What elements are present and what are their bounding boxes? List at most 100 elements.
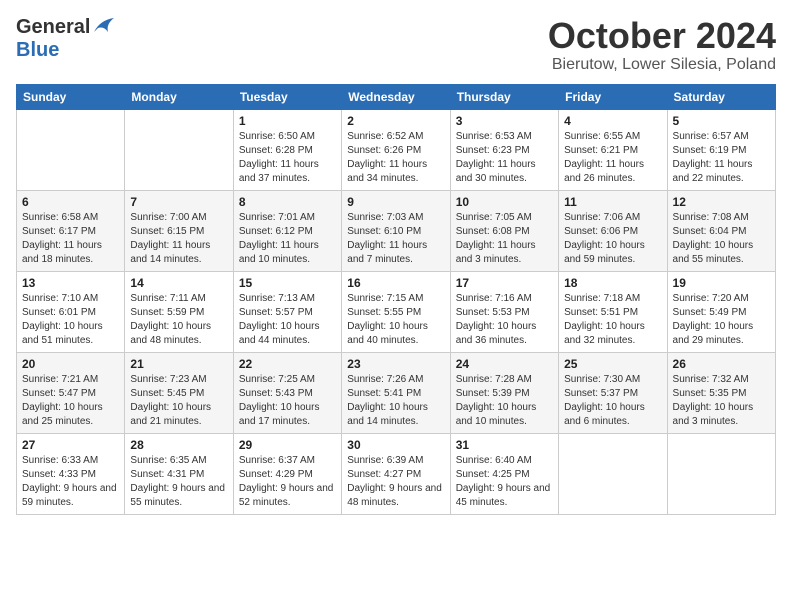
- day-info: Sunrise: 6:39 AM Sunset: 4:27 PM Dayligh…: [347, 454, 444, 510]
- day-number: 22: [239, 357, 336, 371]
- weekday-header-thursday: Thursday: [450, 84, 558, 109]
- day-number: 23: [347, 357, 444, 371]
- day-number: 11: [564, 195, 661, 209]
- calendar-cell: 8 Sunrise: 7:01 AM Sunset: 6:12 PM Daylig…: [233, 190, 341, 271]
- calendar-cell: 10 Sunrise: 7:05 AM Sunset: 6:08 PM Dayli…: [450, 190, 558, 271]
- day-info: Sunrise: 6:52 AM Sunset: 6:26 PM Dayligh…: [347, 130, 444, 186]
- day-number: 15: [239, 276, 336, 290]
- day-info: Sunrise: 7:11 AM Sunset: 5:59 PM Dayligh…: [130, 292, 227, 348]
- weekday-header-wednesday: Wednesday: [342, 84, 450, 109]
- day-number: 8: [239, 195, 336, 209]
- logo-blue-text: Blue: [16, 39, 59, 61]
- day-info: Sunrise: 7:15 AM Sunset: 5:55 PM Dayligh…: [347, 292, 444, 348]
- calendar-week-row: 27 Sunrise: 6:33 AM Sunset: 4:33 PM Dayli…: [17, 433, 776, 514]
- calendar-cell: 25 Sunrise: 7:30 AM Sunset: 5:37 PM Dayli…: [559, 352, 667, 433]
- day-info: Sunrise: 7:30 AM Sunset: 5:37 PM Dayligh…: [564, 373, 661, 429]
- calendar-cell: 3Sunrise: 6:53 AM Sunset: 6:23 PM Daylig…: [450, 109, 558, 190]
- weekday-header-monday: Monday: [125, 84, 233, 109]
- day-number: 29: [239, 438, 336, 452]
- title-block: October 2024 Bierutow, Lower Silesia, Po…: [548, 16, 776, 74]
- day-number: 4: [564, 114, 661, 128]
- day-info: Sunrise: 7:25 AM Sunset: 5:43 PM Dayligh…: [239, 373, 336, 429]
- day-number: 17: [456, 276, 553, 290]
- day-number: 6: [22, 195, 119, 209]
- calendar-cell: 11 Sunrise: 7:06 AM Sunset: 6:06 PM Dayli…: [559, 190, 667, 271]
- day-number: 10: [456, 195, 553, 209]
- calendar-cell: 30 Sunrise: 6:39 AM Sunset: 4:27 PM Dayli…: [342, 433, 450, 514]
- day-info: Sunrise: 6:33 AM Sunset: 4:33 PM Dayligh…: [22, 454, 119, 510]
- calendar-cell: 23Sunrise: 7:26 AM Sunset: 5:41 PM Dayli…: [342, 352, 450, 433]
- calendar-cell: 14Sunrise: 7:11 AM Sunset: 5:59 PM Dayli…: [125, 271, 233, 352]
- day-info: Sunrise: 6:55 AM Sunset: 6:21 PM Dayligh…: [564, 130, 661, 186]
- calendar-cell: 22 Sunrise: 7:25 AM Sunset: 5:43 PM Dayli…: [233, 352, 341, 433]
- calendar-cell: 26 Sunrise: 7:32 AM Sunset: 5:35 PM Dayli…: [667, 352, 775, 433]
- day-number: 9: [347, 195, 444, 209]
- day-number: 24: [456, 357, 553, 371]
- calendar-cell: 13Sunrise: 7:10 AM Sunset: 6:01 PM Dayli…: [17, 271, 125, 352]
- page-header: General Blue October 2024 Bierutow, Lowe…: [16, 16, 776, 74]
- weekday-header-saturday: Saturday: [667, 84, 775, 109]
- weekday-header-friday: Friday: [559, 84, 667, 109]
- day-info: Sunrise: 6:35 AM Sunset: 4:31 PM Dayligh…: [130, 454, 227, 510]
- calendar-cell: 5 Sunrise: 6:57 AM Sunset: 6:19 PM Daylig…: [667, 109, 775, 190]
- calendar-cell: 24 Sunrise: 7:28 AM Sunset: 5:39 PM Dayli…: [450, 352, 558, 433]
- day-number: 3: [456, 114, 553, 128]
- day-info: Sunrise: 6:58 AM Sunset: 6:17 PM Dayligh…: [22, 211, 119, 267]
- day-info: Sunrise: 7:00 AM Sunset: 6:15 PM Dayligh…: [130, 211, 227, 267]
- day-info: Sunrise: 7:06 AM Sunset: 6:06 PM Dayligh…: [564, 211, 661, 267]
- day-number: 31: [456, 438, 553, 452]
- day-number: 16: [347, 276, 444, 290]
- day-number: 27: [22, 438, 119, 452]
- day-number: 30: [347, 438, 444, 452]
- day-info: Sunrise: 7:16 AM Sunset: 5:53 PM Dayligh…: [456, 292, 553, 348]
- calendar-cell: 9 Sunrise: 7:03 AM Sunset: 6:10 PM Daylig…: [342, 190, 450, 271]
- day-info: Sunrise: 7:18 AM Sunset: 5:51 PM Dayligh…: [564, 292, 661, 348]
- calendar-cell: 28 Sunrise: 6:35 AM Sunset: 4:31 PM Dayli…: [125, 433, 233, 514]
- day-info: Sunrise: 7:01 AM Sunset: 6:12 PM Dayligh…: [239, 211, 336, 267]
- day-info: Sunrise: 7:10 AM Sunset: 6:01 PM Dayligh…: [22, 292, 119, 348]
- day-number: 7: [130, 195, 227, 209]
- day-info: Sunrise: 7:08 AM Sunset: 6:04 PM Dayligh…: [673, 211, 770, 267]
- calendar-cell: [559, 433, 667, 514]
- calendar-cell: 31Sunrise: 6:40 AM Sunset: 4:25 PM Dayli…: [450, 433, 558, 514]
- calendar-cell: 2 Sunrise: 6:52 AM Sunset: 6:26 PM Daylig…: [342, 109, 450, 190]
- day-info: Sunrise: 7:21 AM Sunset: 5:47 PM Dayligh…: [22, 373, 119, 429]
- logo: General Blue: [16, 16, 114, 62]
- month-title: October 2024: [548, 16, 776, 56]
- calendar-cell: 6 Sunrise: 6:58 AM Sunset: 6:17 PM Daylig…: [17, 190, 125, 271]
- calendar-cell: 21Sunrise: 7:23 AM Sunset: 5:45 PM Dayli…: [125, 352, 233, 433]
- calendar-cell: 16 Sunrise: 7:15 AM Sunset: 5:55 PM Dayli…: [342, 271, 450, 352]
- day-number: 19: [673, 276, 770, 290]
- day-info: Sunrise: 6:50 AM Sunset: 6:28 PM Dayligh…: [239, 130, 336, 186]
- day-number: 2: [347, 114, 444, 128]
- day-info: Sunrise: 7:03 AM Sunset: 6:10 PM Dayligh…: [347, 211, 444, 267]
- calendar-cell: 4 Sunrise: 6:55 AM Sunset: 6:21 PM Daylig…: [559, 109, 667, 190]
- calendar-cell: 18 Sunrise: 7:18 AM Sunset: 5:51 PM Dayli…: [559, 271, 667, 352]
- calendar-cell: [125, 109, 233, 190]
- day-number: 1: [239, 114, 336, 128]
- day-number: 18: [564, 276, 661, 290]
- day-number: 28: [130, 438, 227, 452]
- day-info: Sunrise: 7:32 AM Sunset: 5:35 PM Dayligh…: [673, 373, 770, 429]
- day-info: Sunrise: 6:37 AM Sunset: 4:29 PM Dayligh…: [239, 454, 336, 510]
- day-info: Sunrise: 7:05 AM Sunset: 6:08 PM Dayligh…: [456, 211, 553, 267]
- calendar-table: SundayMondayTuesdayWednesdayThursdayFrid…: [16, 84, 776, 515]
- calendar-week-row: 1 Sunrise: 6:50 AM Sunset: 6:28 PM Daylig…: [17, 109, 776, 190]
- weekday-header-sunday: Sunday: [17, 84, 125, 109]
- calendar-cell: [667, 433, 775, 514]
- logo-general-text: General: [16, 16, 90, 39]
- day-info: Sunrise: 7:28 AM Sunset: 5:39 PM Dayligh…: [456, 373, 553, 429]
- calendar-cell: [17, 109, 125, 190]
- calendar-cell: 7 Sunrise: 7:00 AM Sunset: 6:15 PM Daylig…: [125, 190, 233, 271]
- calendar-cell: 20Sunrise: 7:21 AM Sunset: 5:47 PM Dayli…: [17, 352, 125, 433]
- day-info: Sunrise: 7:20 AM Sunset: 5:49 PM Dayligh…: [673, 292, 770, 348]
- day-info: Sunrise: 6:57 AM Sunset: 6:19 PM Dayligh…: [673, 130, 770, 186]
- day-number: 25: [564, 357, 661, 371]
- weekday-header-tuesday: Tuesday: [233, 84, 341, 109]
- calendar-cell: 12Sunrise: 7:08 AM Sunset: 6:04 PM Dayli…: [667, 190, 775, 271]
- calendar-cell: 17 Sunrise: 7:16 AM Sunset: 5:53 PM Dayli…: [450, 271, 558, 352]
- calendar-cell: 15Sunrise: 7:13 AM Sunset: 5:57 PM Dayli…: [233, 271, 341, 352]
- day-number: 5: [673, 114, 770, 128]
- location-title: Bierutow, Lower Silesia, Poland: [548, 56, 776, 74]
- day-number: 26: [673, 357, 770, 371]
